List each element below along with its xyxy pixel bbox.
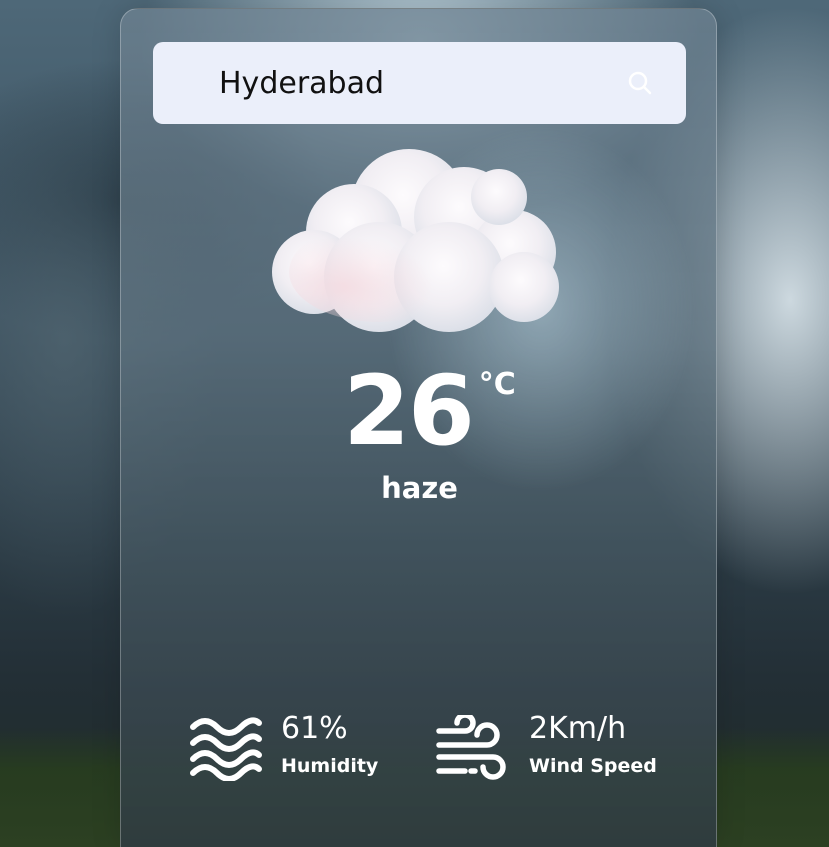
search-icon (628, 71, 652, 95)
search-input[interactable] (219, 42, 609, 124)
search-button[interactable] (623, 66, 657, 100)
humidity-label: Humidity (281, 755, 379, 777)
weather-card: 26°C haze 61% Humidity (120, 8, 717, 847)
wind-label: Wind Speed (529, 755, 657, 777)
humidity-value: 61% (281, 711, 348, 746)
wind-value: 2Km/h (529, 711, 627, 746)
search-bar (153, 42, 686, 124)
weather-condition: haze (381, 471, 458, 505)
temperature-display: 26 °C (121, 359, 718, 463)
humidity-stat: 61% Humidity (187, 709, 378, 781)
wind-stat: 2Km/h Wind Speed (435, 709, 657, 781)
temperature-value: 26 (343, 355, 475, 467)
cloud-icon (272, 149, 559, 332)
wind-icon (436, 715, 506, 780)
waves-icon (190, 717, 262, 781)
temperature-unit: °C (478, 367, 516, 402)
